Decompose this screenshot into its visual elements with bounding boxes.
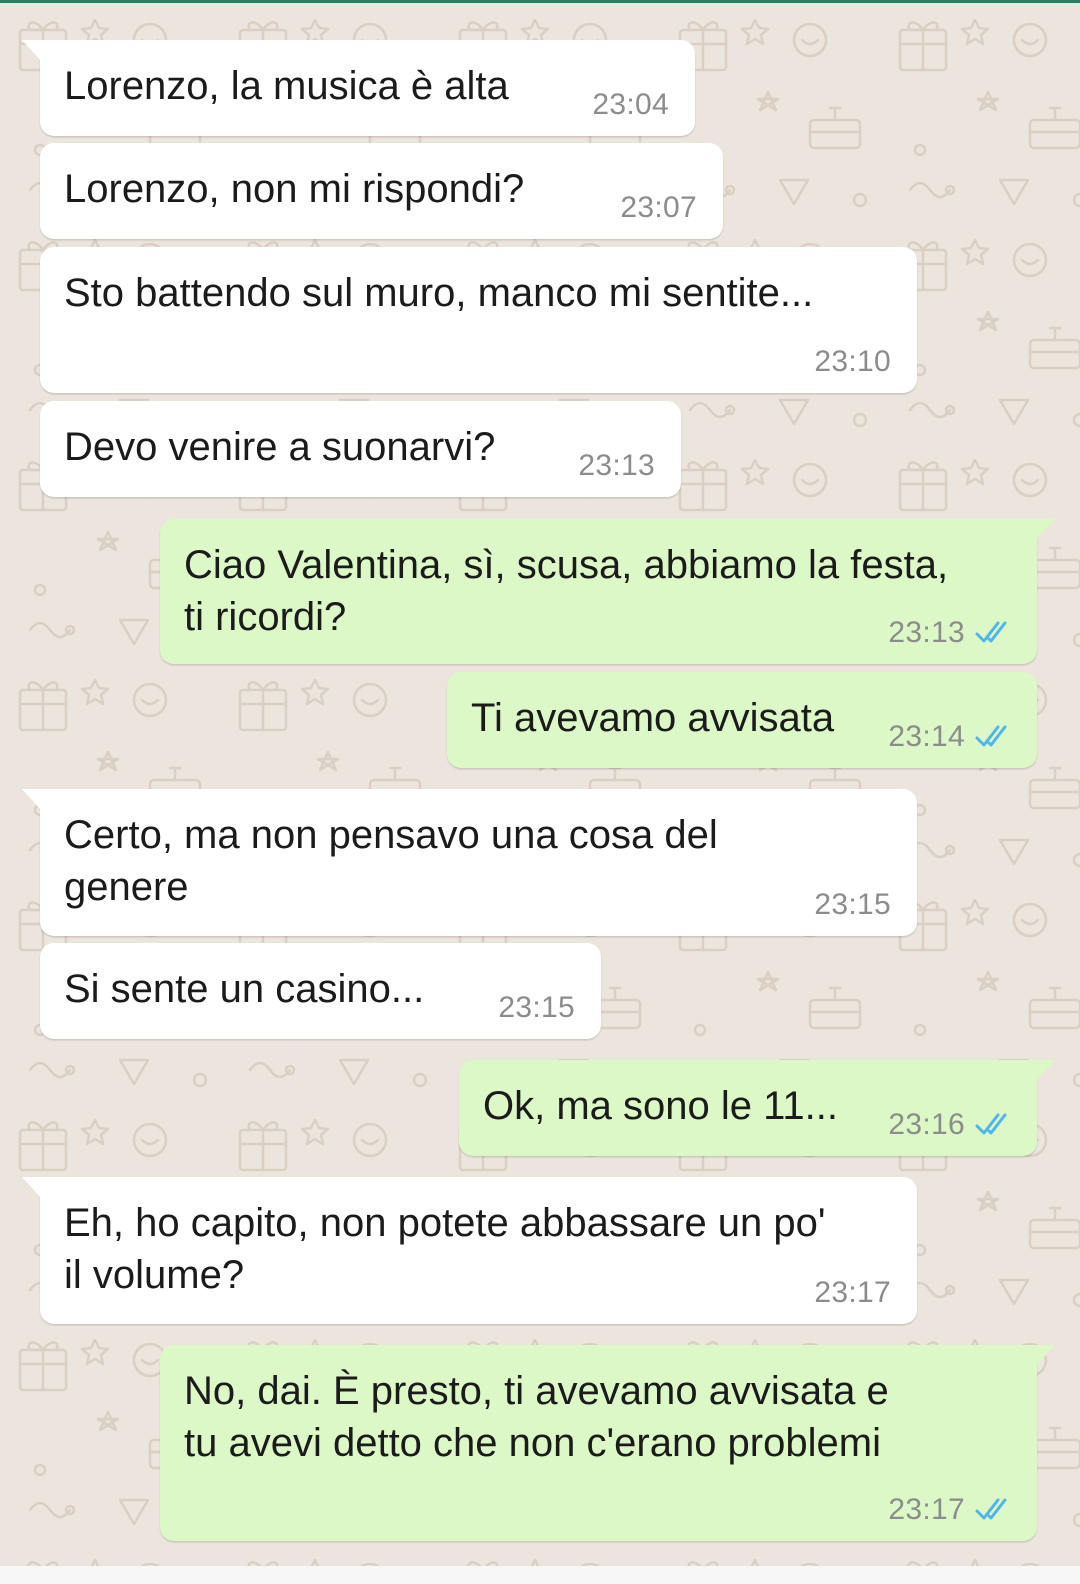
message-text: Si sente un casino... xyxy=(64,967,425,1011)
incoming-message-bubble[interactable]: Certo, ma non pensavo una cosa del gener… xyxy=(22,789,917,936)
message-meta: 23:17 xyxy=(814,1272,891,1314)
message-text: Devo venire a suonarvi? xyxy=(64,425,496,469)
composer-edge xyxy=(0,1566,1080,1584)
incoming-message-bubble[interactable]: Lorenzo, la musica è alta 23:04 xyxy=(22,40,695,136)
message-time: 23:10 xyxy=(814,345,891,378)
incoming-message-bubble[interactable]: Eh, ho capito, non potete abbassare un p… xyxy=(22,1177,917,1324)
message-meta: 23:13 xyxy=(578,445,655,487)
message-time: 23:16 xyxy=(888,1108,965,1141)
message-time: 23:17 xyxy=(888,1493,965,1526)
message-text: Ti avevamo avvisata xyxy=(471,696,835,740)
message-meta: 23:13 xyxy=(888,612,1015,654)
message-meta: 23:17 xyxy=(888,1489,1015,1531)
message-meta: 23:14 xyxy=(888,716,1015,758)
message-time: 23:13 xyxy=(578,449,655,482)
double-check-icon xyxy=(975,1498,1007,1520)
incoming-message-bubble[interactable]: Sto battendo sul muro, manco mi sentite.… xyxy=(40,247,917,393)
bubble-tail xyxy=(1035,1060,1055,1082)
double-check-icon xyxy=(975,725,1007,747)
incoming-message-bubble[interactable]: Devo venire a suonarvi? 23:13 xyxy=(40,401,681,497)
message-meta: 23:15 xyxy=(814,884,891,926)
message-text: Ciao Valentina, sì, scusa, abbiamo la fe… xyxy=(184,543,949,639)
message-text: Lorenzo, non mi rispondi? xyxy=(64,167,525,211)
message-time: 23:14 xyxy=(888,720,965,753)
message-meta: 23:16 xyxy=(888,1104,1015,1146)
message-meta: 23:07 xyxy=(620,187,697,229)
message-time: 23:15 xyxy=(814,888,891,921)
message-meta: 23:15 xyxy=(498,987,575,1029)
outgoing-message-bubble[interactable]: Ok, ma sono le 11... 23:16 xyxy=(459,1060,1055,1156)
message-meta: 23:10 xyxy=(814,341,891,383)
bubble-tail xyxy=(1035,1345,1055,1367)
message-time: 23:07 xyxy=(620,191,697,224)
incoming-message-bubble[interactable]: Lorenzo, non mi rispondi? 23:07 xyxy=(40,143,723,239)
message-text: Eh, ho capito, non potete abbassare un p… xyxy=(64,1201,826,1297)
message-meta: 23:04 xyxy=(592,84,669,126)
message-time: 23:15 xyxy=(498,991,575,1024)
double-check-icon xyxy=(975,621,1007,643)
message-list[interactable]: Lorenzo, la musica è alta 23:04 Lorenzo, n… xyxy=(0,0,1080,1584)
bubble-tail xyxy=(22,40,42,62)
double-check-icon xyxy=(975,1113,1007,1135)
message-text: Certo, ma non pensavo una cosa del gener… xyxy=(64,813,718,909)
incoming-message-bubble[interactable]: Si sente un casino... 23:15 xyxy=(40,943,601,1039)
outgoing-message-bubble[interactable]: Ciao Valentina, sì, scusa, abbiamo la fe… xyxy=(160,519,1055,664)
message-time: 23:04 xyxy=(592,88,669,121)
message-time: 23:17 xyxy=(814,1276,891,1309)
message-text: No, dai. È presto, ti avevamo avvisata e… xyxy=(184,1369,889,1465)
bubble-tail xyxy=(22,1177,42,1199)
outgoing-message-bubble[interactable]: No, dai. È presto, ti avevamo avvisata e… xyxy=(160,1345,1055,1541)
message-time: 23:13 xyxy=(888,616,965,649)
outgoing-message-bubble[interactable]: Ti avevamo avvisata 23:14 xyxy=(447,672,1037,768)
bubble-tail xyxy=(1035,519,1055,541)
message-text: Ok, ma sono le 11... xyxy=(483,1084,838,1128)
message-text: Sto battendo sul muro, manco mi sentite.… xyxy=(64,271,814,315)
message-text: Lorenzo, la musica è alta xyxy=(64,64,509,108)
bubble-tail xyxy=(22,789,42,811)
